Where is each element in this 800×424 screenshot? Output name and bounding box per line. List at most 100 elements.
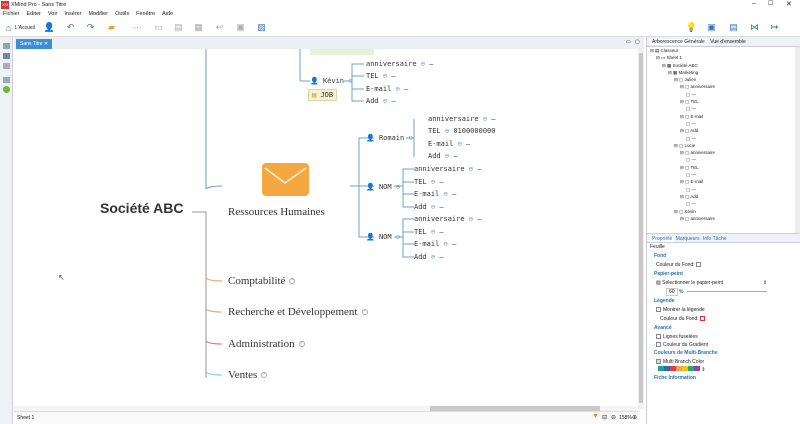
filter-icon[interactable]: ▼	[592, 413, 599, 420]
collapse-icon[interactable]: ⊖	[444, 240, 448, 248]
tree-item[interactable]: ▢ —	[650, 200, 795, 207]
maximize-editor-icon[interactable]: ▢	[635, 39, 640, 45]
tab-arborescence[interactable]: Arborescence Générale	[650, 39, 707, 45]
tree-item[interactable]: ⊟ ▢ E-mail	[650, 113, 795, 120]
branch-ressources-humaines[interactable]: Ressources Humaines	[228, 206, 325, 218]
export-icon[interactable]: ↦	[769, 22, 780, 33]
note-icon[interactable]: ▦	[193, 22, 204, 33]
tree-item[interactable]: ⊟ ▢ E-mail	[650, 178, 795, 185]
relationship-icon[interactable]: ↩	[214, 22, 225, 33]
tree-item[interactable]: ⊟ ▢ Add	[650, 193, 795, 200]
topic-romain[interactable]: 👤 Romain ⊖	[366, 134, 413, 142]
multi-branch-checkbox[interactable]	[656, 359, 661, 365]
topic-nom-1[interactable]: 👤 NOM ⊖	[366, 183, 400, 191]
zoom-in-icon[interactable]: ⊕	[632, 414, 637, 421]
collapse-icon[interactable]: ⊖	[483, 115, 487, 123]
tree-item[interactable]: ▢ —	[650, 91, 795, 98]
wallpaper-select[interactable]: ▨ Sélectionner le papier-peint ⇕	[650, 279, 800, 288]
opacity-slider[interactable]	[687, 291, 768, 293]
romain-anniversaire[interactable]: anniversaire ⊖ —	[428, 115, 495, 123]
expand-icon[interactable]: +	[261, 372, 268, 379]
tree-item[interactable]: ▢ —	[650, 135, 795, 142]
collapse-icon[interactable]: ⊖	[469, 215, 473, 223]
close-window-icon[interactable]: ✕	[786, 0, 792, 8]
branch-administration[interactable]: Administration +	[228, 338, 305, 350]
gradient-checkbox[interactable]	[656, 342, 661, 348]
opacity-value[interactable]: 60	[666, 288, 678, 296]
tree-item[interactable]: ▢ —	[650, 105, 795, 112]
collapse-icon[interactable]: ⊖	[445, 152, 449, 160]
tool-icon-2[interactable]	[3, 53, 10, 59]
collapse-icon[interactable]: ⊖	[469, 165, 473, 173]
nom2-email[interactable]: E-mail ⊖ —	[414, 240, 456, 248]
collapse-icon[interactable]: ⊖	[458, 140, 462, 148]
zoom-out-icon[interactable]: ⊖	[611, 414, 616, 421]
kevin-tel[interactable]: TEL ⊖ —	[366, 72, 396, 80]
menu-aide[interactable]: Aide	[162, 10, 173, 19]
user-icon[interactable]: 👤	[44, 22, 55, 33]
nom1-add[interactable]: Add ⊖ —	[414, 203, 444, 211]
color-picker[interactable]	[696, 262, 702, 268]
nom1-tel[interactable]: TEL ⊖ —	[414, 178, 444, 186]
select-arrow-icon[interactable]: ⇕	[763, 280, 767, 286]
tab-vue-ensemble[interactable]: Vue d'ensemble	[710, 39, 746, 45]
branch-ventes[interactable]: Ventes +	[228, 369, 268, 381]
tapered-lines-row[interactable]: Lignes fuselées	[650, 333, 800, 341]
nom2-anniversaire[interactable]: anniversaire ⊖ —	[414, 215, 481, 223]
central-topic[interactable]: Société ABC	[100, 200, 184, 216]
tree-item[interactable]: ⊟ ▩ Société ABC	[650, 62, 795, 69]
smiley-icon[interactable]	[3, 86, 10, 93]
show-legend-row[interactable]: Montrer la légende	[650, 306, 800, 315]
expand-icon[interactable]: +	[289, 278, 296, 285]
vertical-scrollbar[interactable]	[638, 49, 644, 409]
kevin-add[interactable]: Add ⊖ —	[366, 97, 396, 105]
mind-map-canvas[interactable]: Société ABC Ressources Humaines Comptabi…	[14, 49, 638, 409]
menu-outils[interactable]: Outils	[115, 10, 129, 19]
share-icon[interactable]: ⋈	[749, 22, 760, 33]
tool-icon-4[interactable]	[3, 77, 10, 83]
collapse-icon[interactable]: ⊖	[444, 190, 448, 198]
multi-branch-row[interactable]: Multi Branch Color	[650, 358, 800, 366]
show-legend-checkbox[interactable]	[656, 307, 661, 313]
menu-fichier[interactable]: Fichier	[3, 10, 20, 19]
tree-item[interactable]: ⊟ ▤ Classeur	[650, 47, 795, 54]
collapse-icon[interactable]: ⊖	[396, 233, 400, 241]
tree-item[interactable]: ▢ —	[650, 156, 795, 163]
bulb-icon[interactable]: 💡	[686, 22, 697, 33]
collapse-icon[interactable]: ⊖	[445, 127, 449, 135]
romain-tel[interactable]: TEL ⊖ 0100000000	[428, 127, 495, 135]
tree-item[interactable]: ⊟ ▭ Sheet 1	[650, 54, 795, 61]
tree-item[interactable]: ⊟ ▢ anniversaire	[650, 215, 795, 222]
collapse-icon[interactable]: ⊖	[348, 77, 352, 85]
topic-icon[interactable]: ▭	[153, 22, 164, 33]
color-swatches[interactable]: ⇕	[650, 366, 800, 374]
legend-color-picker[interactable]	[700, 316, 706, 322]
collapse-icon[interactable]: ⊖	[408, 134, 412, 142]
folder-icon[interactable]: ▰	[106, 22, 117, 33]
maximize-icon[interactable]: ☐	[768, 0, 773, 7]
tool-icon-1[interactable]	[3, 43, 10, 49]
menu-modifier[interactable]: Modifier	[89, 10, 109, 19]
menu-fenetre[interactable]: Fenêtre	[136, 10, 155, 19]
tree-item[interactable]: ⊟ ▢ anniversaire	[650, 83, 795, 90]
nom2-tel[interactable]: TEL ⊖ —	[414, 228, 444, 236]
kevin-email[interactable]: E-mail ⊖ —	[366, 85, 408, 93]
collapse-icon[interactable]: ⊖	[383, 97, 387, 105]
undo-icon[interactable]: ↶	[65, 22, 76, 33]
collapse-icon[interactable]: ⊖	[396, 183, 400, 191]
tree-item[interactable]: ⊟ ▢ Add	[650, 127, 795, 134]
branch-comptabilite[interactable]: Comptabilité +	[228, 275, 296, 287]
collapse-icon[interactable]: ⊖	[431, 228, 435, 236]
close-tab-icon[interactable]: ✕	[44, 41, 48, 47]
scroll-thumb[interactable]	[639, 53, 643, 403]
tree-item[interactable]: ▢ —	[650, 171, 795, 178]
tab-propriete[interactable]: Propriété	[650, 236, 675, 242]
boundary-icon[interactable]: ▣	[235, 22, 246, 33]
minimize-editor-icon[interactable]: ▭	[626, 39, 631, 45]
zoom-level[interactable]: 158%	[619, 415, 632, 421]
tab-marqueurs[interactable]: Marqueurs	[676, 236, 700, 242]
more-icon[interactable]: ⋯	[132, 22, 143, 33]
fit-icon[interactable]: ⊟	[602, 414, 607, 421]
sheet-tab[interactable]: Sheet 1	[17, 415, 34, 421]
collapse-icon[interactable]: ⊖	[431, 203, 435, 211]
